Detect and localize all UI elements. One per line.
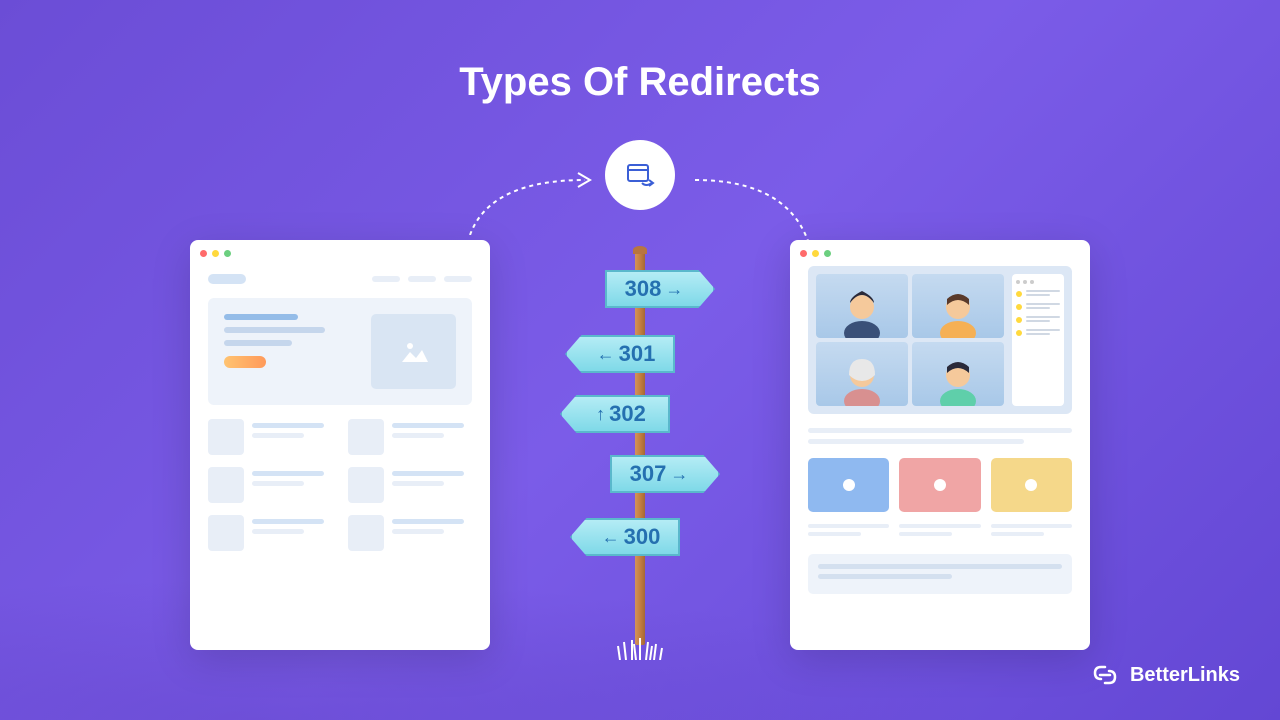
brand-name: BetterLinks xyxy=(1130,664,1240,687)
play-icon xyxy=(1025,479,1037,491)
redirect-signpost: 308→ ←301 ↑302 307→ ←300 xyxy=(560,250,720,660)
wireframe-nav-item xyxy=(444,276,472,282)
wireframe-header xyxy=(208,266,472,298)
browser-titlebar xyxy=(790,240,1090,266)
wireframe-card xyxy=(208,467,332,503)
video-participant xyxy=(816,342,908,406)
play-icon xyxy=(843,479,855,491)
close-dot-icon xyxy=(200,250,207,257)
wireframe-card xyxy=(348,515,472,551)
brand-logo: BetterLinks xyxy=(1090,660,1240,690)
video-sidebar xyxy=(1012,274,1064,406)
wireframe-card xyxy=(208,419,332,455)
dashed-arrow-left xyxy=(460,165,600,240)
video-participant xyxy=(912,274,1004,338)
play-icon xyxy=(934,479,946,491)
minimize-dot-icon xyxy=(212,250,219,257)
signpost-pole xyxy=(635,250,645,645)
wireframe-card xyxy=(208,515,332,551)
wireframe-cta-button xyxy=(224,356,266,368)
video-participant xyxy=(912,342,1004,406)
wireframe-card xyxy=(348,419,472,455)
wireframe-card xyxy=(348,467,472,503)
link-icon xyxy=(1090,660,1120,690)
wireframe-nav-item xyxy=(408,276,436,282)
page-title: Types Of Redirects xyxy=(459,60,821,105)
source-browser-window xyxy=(190,240,490,650)
wireframe-logo xyxy=(208,274,246,284)
redirect-sign-300: ←300 xyxy=(570,518,680,556)
arrow-left-icon: ← xyxy=(602,527,620,548)
destination-browser-window xyxy=(790,240,1090,650)
arrow-right-icon: → xyxy=(665,279,683,300)
grass-icon xyxy=(610,636,670,660)
redirect-sign-308: 308→ xyxy=(605,270,715,308)
card-captions xyxy=(808,524,1072,540)
image-placeholder-icon xyxy=(371,314,456,389)
close-dot-icon xyxy=(800,250,807,257)
media-card-pink xyxy=(899,458,980,512)
arrow-right-icon: → xyxy=(670,464,688,485)
video-call-panel xyxy=(808,266,1072,414)
wireframe-hero xyxy=(208,298,472,405)
text-content xyxy=(808,428,1072,444)
arrow-up-icon: ↑ xyxy=(596,404,605,425)
redirect-sign-301: ←301 xyxy=(565,335,675,373)
maximize-dot-icon xyxy=(224,250,231,257)
media-card-blue xyxy=(808,458,889,512)
media-card-yellow xyxy=(991,458,1072,512)
browser-titlebar xyxy=(190,240,490,266)
minimize-dot-icon xyxy=(812,250,819,257)
redirect-sign-302: ↑302 xyxy=(560,395,670,433)
footer-content xyxy=(808,554,1072,594)
wireframe-nav-item xyxy=(372,276,400,282)
arrow-left-icon: ← xyxy=(597,344,615,365)
redirect-sign-307: 307→ xyxy=(610,455,720,493)
video-participant xyxy=(816,274,908,338)
maximize-dot-icon xyxy=(824,250,831,257)
media-cards xyxy=(808,458,1072,512)
redirect-icon xyxy=(605,140,675,210)
